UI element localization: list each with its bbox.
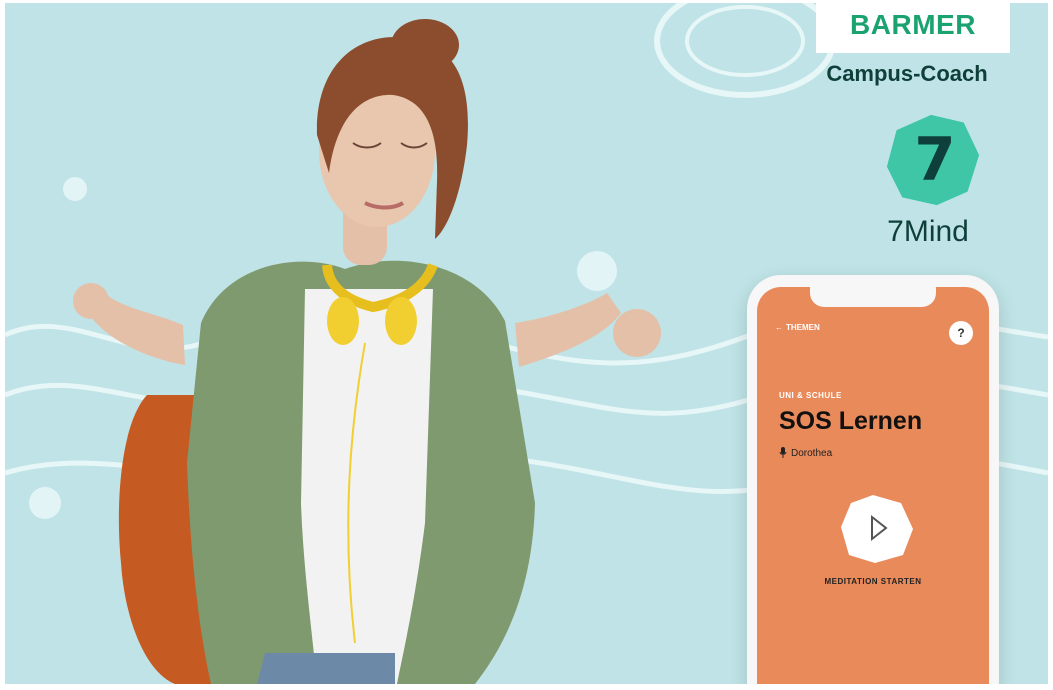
microphone-icon bbox=[779, 447, 787, 458]
back-to-topics-button[interactable]: ← THEMEN bbox=[775, 323, 820, 332]
back-label: THEMEN bbox=[786, 323, 820, 332]
start-meditation-label[interactable]: MEDITATION STARTEN bbox=[757, 577, 989, 586]
back-arrow-icon: ← bbox=[775, 323, 783, 332]
campus-coach-label: Campus-Coach bbox=[826, 61, 988, 86]
7mind-logo-icon: 7 bbox=[886, 114, 980, 206]
help-icon[interactable]: ? bbox=[949, 321, 973, 345]
barmer-logo-text: BARMER bbox=[850, 9, 976, 40]
category-label: UNI & SCHULE bbox=[779, 391, 842, 400]
phone-notch bbox=[810, 287, 936, 307]
phone-mockup: ← THEMEN ? UNI & SCHULE SOS Lernen Dorot… bbox=[747, 275, 999, 684]
speaker-name: Dorothea bbox=[791, 447, 833, 459]
play-button[interactable] bbox=[839, 493, 915, 563]
session-title: SOS Lernen bbox=[779, 407, 923, 435]
7mind-wordmark: 7Mind bbox=[887, 215, 969, 248]
7mind-badge-number: 7 bbox=[914, 126, 955, 195]
speaker-info: Dorothea bbox=[779, 447, 832, 459]
meditating-student-photo bbox=[73, 19, 661, 684]
hero-banner: BARMER Campus-Coach 7 7Mind ← THEMEN ? U… bbox=[5, 3, 1048, 684]
app-screen: ← THEMEN ? UNI & SCHULE SOS Lernen Dorot… bbox=[757, 287, 989, 684]
barmer-logo: BARMER bbox=[816, 3, 1010, 53]
